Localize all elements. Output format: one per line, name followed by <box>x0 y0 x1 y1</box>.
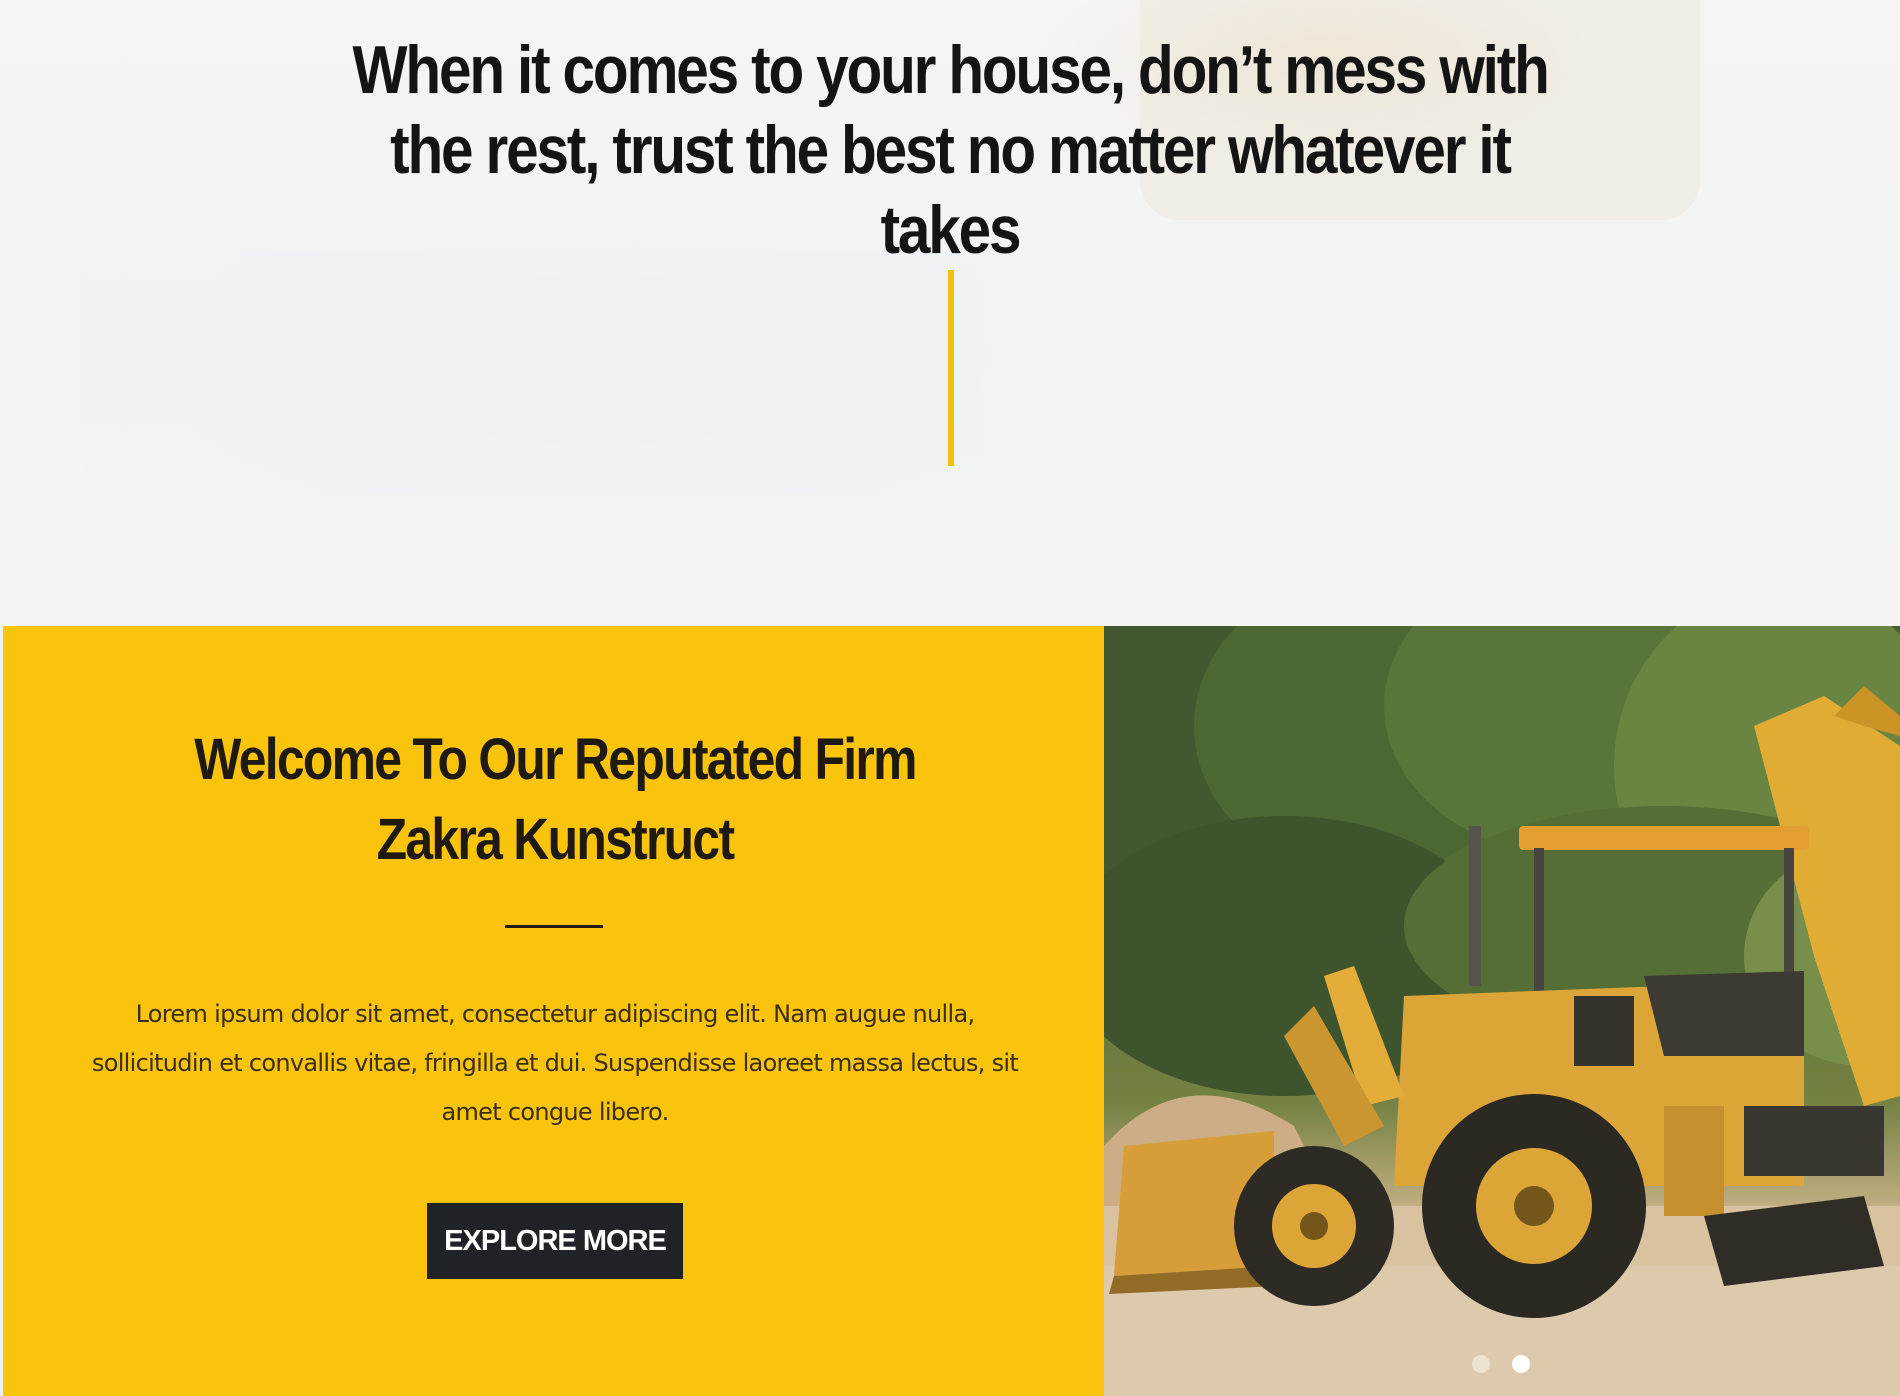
welcome-heading: Welcome To Our Reputated Firm Zakra Kuns… <box>194 727 917 872</box>
backhoe-loader-photo <box>1104 626 1900 1396</box>
backhoe-loader-illustration <box>1104 626 1900 1396</box>
explore-more-button[interactable]: EXPLORE MORE <box>427 1203 683 1279</box>
hero-background-texture <box>80 250 980 490</box>
hero-section: When it comes to your house, don’t mess … <box>0 0 1900 626</box>
welcome-section: Welcome To Our Reputated Firm Zakra Kuns… <box>0 626 1104 1396</box>
slider-dot-2[interactable] <box>1512 1355 1530 1373</box>
hero-vertical-divider <box>948 270 954 466</box>
slider-pagination <box>1472 1353 1532 1377</box>
welcome-description: Lorem ipsum dolor sit amet, consectetur … <box>91 1000 1019 1126</box>
hero-heading: When it comes to your house, don’t mess … <box>352 32 1549 268</box>
slider-dot-1[interactable] <box>1472 1355 1490 1373</box>
welcome-divider <box>505 925 603 928</box>
